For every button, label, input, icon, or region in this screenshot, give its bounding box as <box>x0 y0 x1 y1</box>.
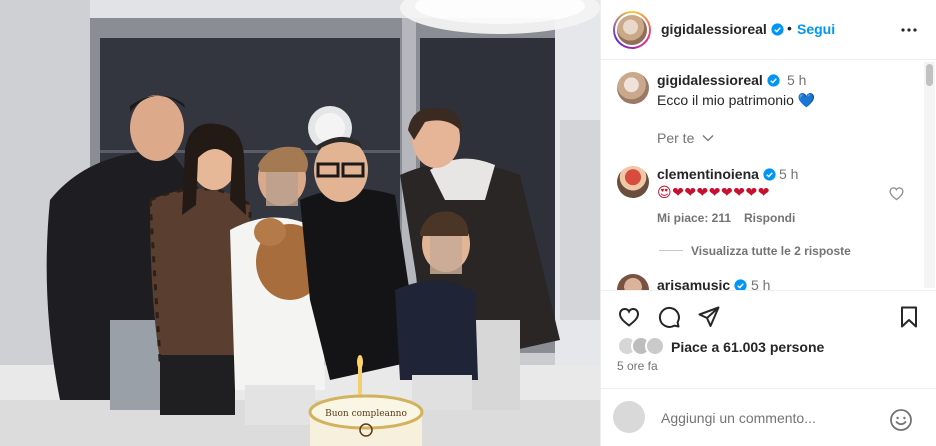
caption-text-body: Ecco il mio patrimonio <box>657 92 794 108</box>
comment-text: 😍❤❤❤❤❤❤❤❤ <box>657 184 770 200</box>
comments-list[interactable]: gigidalessioreal 5 h Ecco il mio patrimo… <box>601 60 927 290</box>
scrollbar-thumb[interactable] <box>926 64 933 86</box>
verified-badge-icon <box>734 279 747 290</box>
author-avatar[interactable] <box>613 11 651 49</box>
likes-summary[interactable]: Piace a 61.003 persone <box>601 336 936 358</box>
caption-author-avatar[interactable] <box>617 72 649 104</box>
comment-like-heart-icon[interactable] <box>888 185 905 202</box>
verified-badge-icon <box>771 23 784 36</box>
post-header: gigidalessioreal • Segui <box>601 0 936 60</box>
replies-divider <box>659 250 683 251</box>
caption-text: Ecco il mio patrimonio 💙 <box>657 92 815 109</box>
post-detail-panel: gigidalessioreal • Segui gigidalessiorea… <box>600 0 936 446</box>
like-heart-icon[interactable] <box>617 305 641 329</box>
comment-time: 5 h <box>751 277 771 290</box>
comment-input[interactable] <box>661 410 881 426</box>
verified-badge-icon <box>763 168 776 181</box>
more-horizontal-icon[interactable] <box>897 18 921 42</box>
translation-toggle[interactable]: Per te <box>657 130 714 146</box>
save-bookmark-icon[interactable] <box>897 305 921 329</box>
emoji-smiley-icon[interactable] <box>889 408 913 432</box>
comment-avatar[interactable] <box>617 274 649 290</box>
post-timestamp[interactable]: 5 ore fa <box>617 359 658 373</box>
share-send-icon[interactable] <box>697 305 721 329</box>
comment-likes-count[interactable]: Mi piace: 211 <box>657 211 731 225</box>
current-user-avatar[interactable] <box>613 401 645 433</box>
post-photo[interactable]: Buon compleanno <box>0 0 600 446</box>
reply-button[interactable]: Rispondi <box>744 211 795 225</box>
comments-scrollbar[interactable] <box>924 62 935 288</box>
chevron-down-icon[interactable] <box>702 134 714 142</box>
liker-avatars[interactable] <box>617 336 667 358</box>
caption-time: 5 h <box>787 72 807 88</box>
blue-heart-emoji: 💙 <box>797 92 816 108</box>
comment-username-text[interactable]: arisamusic <box>657 277 730 290</box>
comment-bubble-icon[interactable] <box>657 305 681 329</box>
verified-badge-icon <box>767 74 780 87</box>
view-replies-button[interactable]: Visualizza tutte le 2 risposte <box>691 244 851 258</box>
party-photo-illustration: Buon compleanno <box>0 0 600 446</box>
add-comment-bar <box>601 388 936 446</box>
author-username-text[interactable]: gigidalessioreal <box>661 21 767 37</box>
comment-time: 5 h <box>779 166 799 182</box>
follow-button[interactable]: Segui <box>797 21 835 37</box>
header-separator: • <box>787 20 792 36</box>
comment-avatar[interactable] <box>617 166 649 198</box>
comment-username-text[interactable]: clementinoiena <box>657 166 759 182</box>
translation-label[interactable]: Per te <box>657 130 694 146</box>
liker-avatar <box>645 336 665 356</box>
cake-text: Buon compleanno <box>325 409 407 419</box>
comment-username[interactable]: arisamusic <box>657 277 747 290</box>
author-username[interactable]: gigidalessioreal <box>661 21 784 37</box>
caption-username[interactable]: gigidalessioreal <box>657 72 780 88</box>
action-bar <box>601 290 936 342</box>
likes-count[interactable]: Piace a 61.003 persone <box>671 339 824 355</box>
comment-username[interactable]: clementinoiena <box>657 166 776 182</box>
caption-username-text[interactable]: gigidalessioreal <box>657 72 763 88</box>
